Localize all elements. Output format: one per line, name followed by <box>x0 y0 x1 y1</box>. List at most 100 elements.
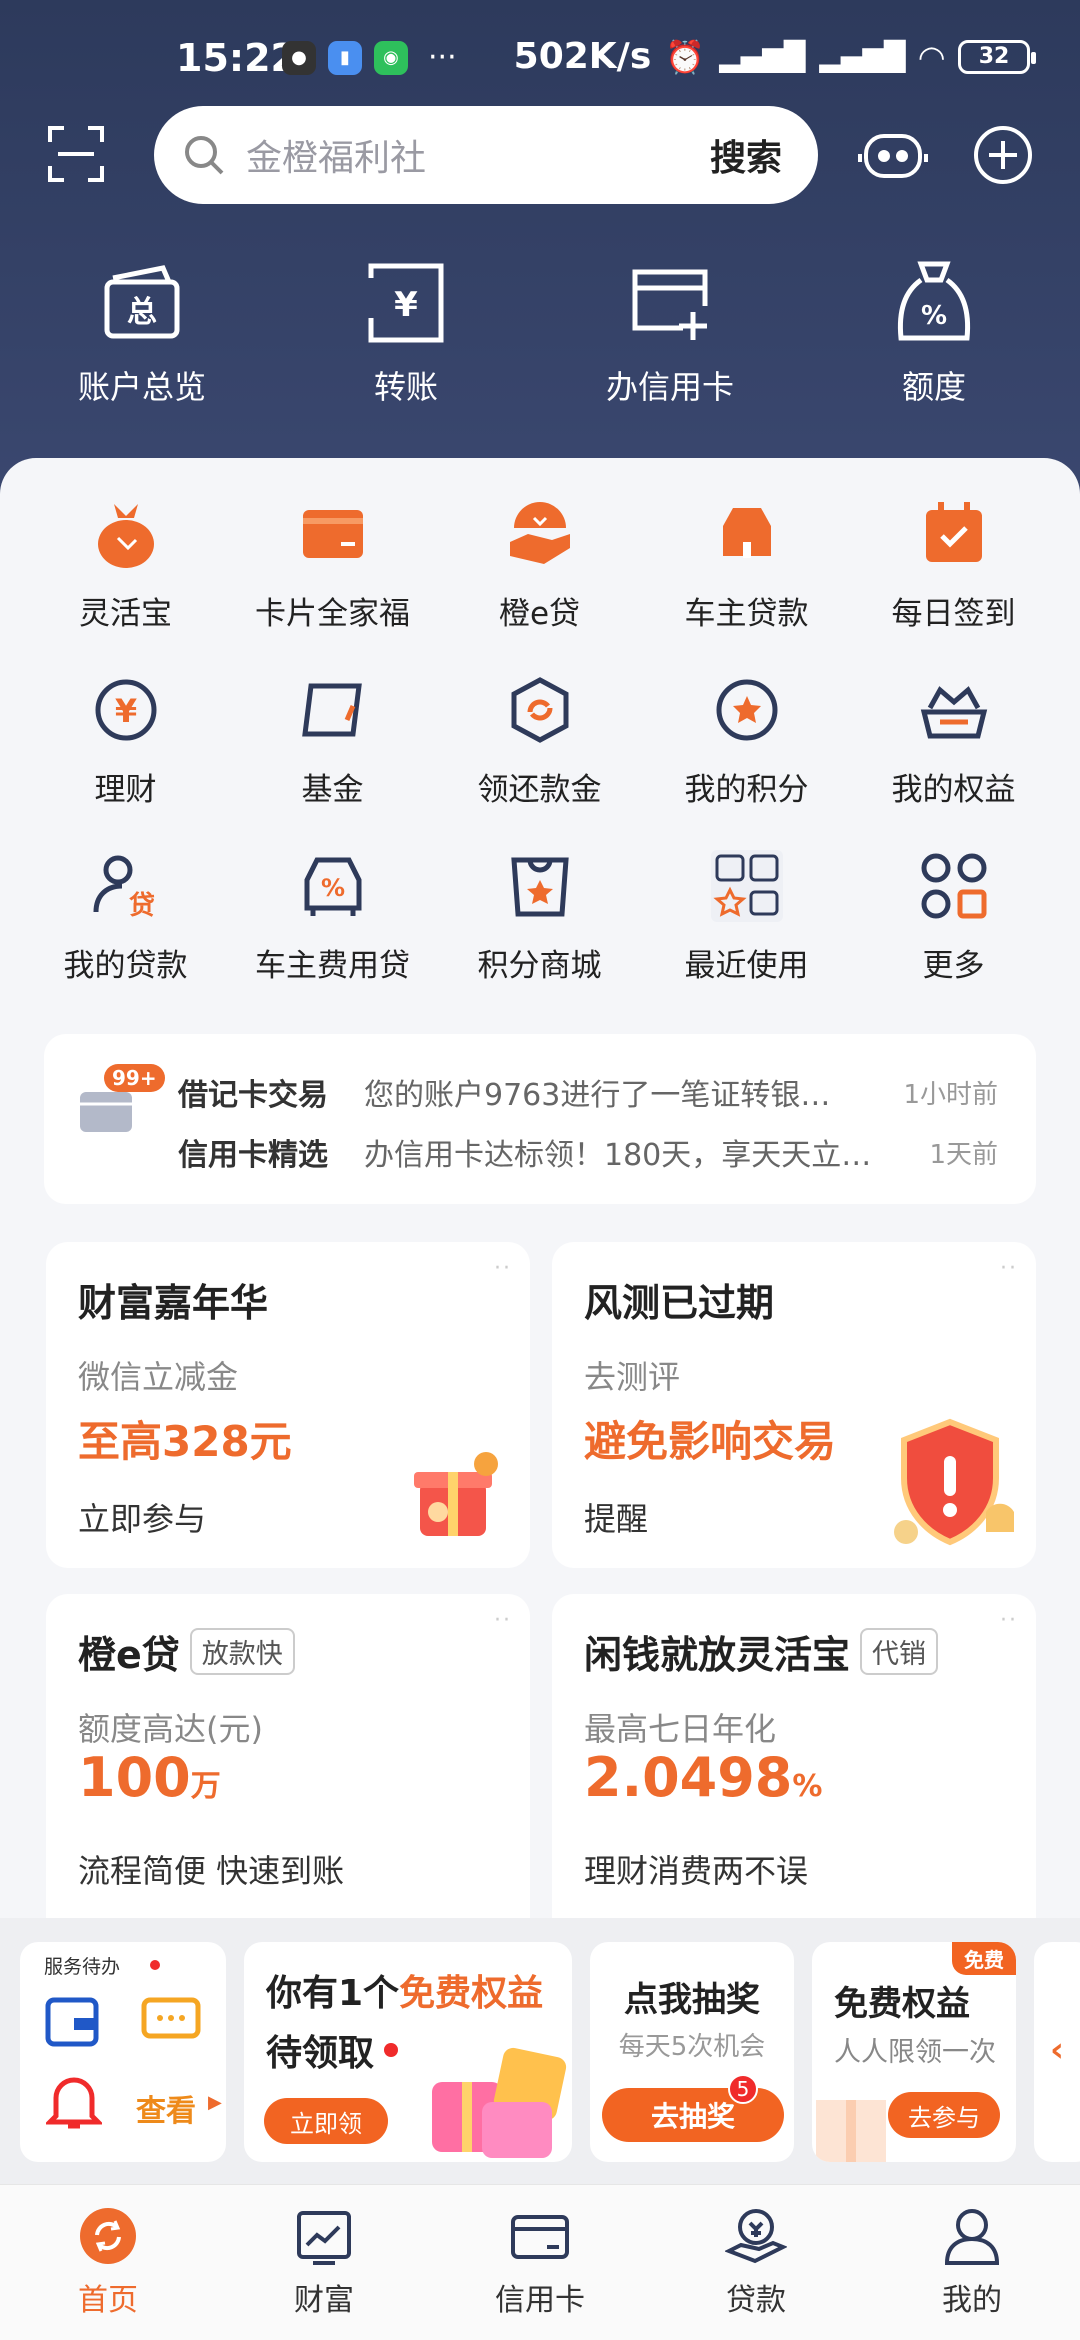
benefit-title-suffix: 待领取 <box>266 2033 375 2074</box>
card-options-icon[interactable]: ·· <box>494 1608 512 1633</box>
nav-wealth[interactable]: 财富 <box>216 2185 432 2340</box>
func-label: 我的权益 <box>891 772 1016 808</box>
nav-profile[interactable]: 我的 <box>864 2185 1080 2340</box>
func-recent-used[interactable]: 最近使用 <box>643 850 850 1026</box>
func-car-fee-loan[interactable]: % 车主费用贷 <box>229 850 436 1026</box>
loan-hand-icon <box>509 502 570 564</box>
free-rights-card[interactable]: 免费 免费权益 人人限领一次 去参与 <box>812 1942 1016 2162</box>
nav-label: 我的 <box>942 2283 1002 2318</box>
func-daily-checkin[interactable]: 每日签到 <box>850 498 1057 674</box>
func-label: 积分商城 <box>477 948 602 984</box>
func-car-loan[interactable]: 车主贷款 <box>643 498 850 674</box>
red-dot-indicator <box>384 2043 399 2057</box>
draw-lottery-button[interactable]: 去抽奖 <box>602 2088 784 2142</box>
func-label: 橙e贷 <box>498 596 581 632</box>
nav-label: 财富 <box>294 2283 354 2318</box>
func-label: 卡片全家福 <box>255 596 410 632</box>
func-orange-loan[interactable]: 橙e贷 <box>436 498 643 674</box>
func-more[interactable]: 更多 <box>850 850 1057 1026</box>
recent-grid-icon <box>710 850 783 922</box>
lottery-card[interactable]: 点我抽奖 每天5次机会 去抽奖 5 <box>590 1942 794 2162</box>
func-label: 车主费用贷 <box>255 948 410 984</box>
svg-text:总: 总 <box>127 295 157 330</box>
nav-credit-card[interactable]: 信用卡 <box>432 2185 648 2340</box>
promo-subtitle: 最高七日年化 <box>584 1710 777 1748</box>
func-card-family[interactable]: 卡片全家福 <box>229 498 436 674</box>
message-card[interactable]: 99+ 借记卡交易 您的账户9763进行了一笔证转银… 1小时前 信用卡精选 办… <box>44 1034 1036 1204</box>
func-flexible-treasure[interactable]: 灵活宝 <box>22 498 229 674</box>
search-icon <box>185 136 224 175</box>
promo-orange-loan[interactable]: ·· 橙e贷 放款快 额度高达(元) 100万 流程简便 快速到账 <box>46 1594 530 1918</box>
func-label: 我的贷款 <box>63 948 188 984</box>
app-notification-icon: ● <box>282 40 316 75</box>
func-my-benefits[interactable]: 我的权益 <box>850 674 1057 850</box>
status-right: 502K/s ⏰ ▂▄▆█ ▂▄▆█ ◠ 32 <box>514 36 1036 77</box>
chart-app-icon: ▮ <box>328 40 362 75</box>
message-row[interactable]: 借记卡交易 您的账户9763进行了一笔证转银… 1小时前 <box>178 1070 998 1114</box>
signal-icon: ▂▄▆█ <box>719 40 806 73</box>
nav-loan[interactable]: 贷款 <box>648 2185 864 2340</box>
chat-bubble-icon <box>141 1997 201 2039</box>
shortcut-label: 账户总览 <box>77 368 206 406</box>
yuan-coin-icon: ¥ <box>95 679 156 741</box>
message-count-badge: 99+ <box>104 1064 165 1092</box>
wallet-icon <box>45 1997 99 2047</box>
free-benefit-card[interactable]: 你有1个免费权益 待领取 立即领 <box>244 1942 572 2162</box>
claim-now-button[interactable]: 立即领 <box>264 2098 388 2144</box>
shortcut-account-overview[interactable]: 总 账户总览 <box>10 258 274 408</box>
func-points-mall[interactable]: 积分商城 <box>436 850 643 1026</box>
join-button[interactable]: 去参与 <box>888 2092 1000 2138</box>
shortcut-transfer[interactable]: ¥ 转账 <box>274 258 538 408</box>
shortcut-label: 转账 <box>373 368 438 406</box>
func-fund[interactable]: 基金 <box>229 674 436 850</box>
bell-icon <box>46 2077 102 2129</box>
func-label: 最近使用 <box>684 948 809 984</box>
search-placeholder: 金橙福利社 <box>246 138 427 179</box>
view-link[interactable]: 查看 <box>136 2086 196 2130</box>
message-row[interactable]: 信用卡精选 办信用卡达标领！180天，享天天立… 1天前 <box>178 1130 998 1174</box>
repay-reward-icon <box>511 677 568 743</box>
svg-text:¥: ¥ <box>114 692 136 730</box>
benefit-title: 你有1个免费权益 <box>266 1964 543 2016</box>
service-todo-card[interactable]: 服务待办 查看 ▶ <box>20 1942 226 2162</box>
func-wealth[interactable]: ¥ 理财 <box>22 674 229 850</box>
promo-wealth-carnival[interactable]: ·· 财富嘉年华 微信立减金 至高328元 立即参与 <box>46 1242 530 1568</box>
search-button[interactable]: 搜索 <box>710 129 782 181</box>
func-my-points[interactable]: 我的积分 <box>643 674 850 850</box>
nav-home[interactable]: 首页 <box>0 2185 216 2340</box>
wechat-icon: ◉ <box>374 40 408 75</box>
promo-title-text: 橙e贷 <box>78 1633 180 1677</box>
message-title: 信用卡精选 <box>178 1138 328 1173</box>
func-label: 灵活宝 <box>79 596 172 632</box>
shortcut-apply-card[interactable]: 办信用卡 <box>538 258 802 408</box>
promo-title: 风测已过期 <box>584 1272 774 1327</box>
promo-flexible-treasure[interactable]: ·· 闲钱就放灵活宝 代销 最高七日年化 2.0498% 理财消费两不误 <box>552 1594 1036 1918</box>
highlight-value: 2.0498 <box>584 1746 793 1809</box>
money-bag-icon <box>97 504 154 568</box>
func-my-loans[interactable]: 贷 我的贷款 <box>22 850 229 1026</box>
alarm-icon: ⏰ <box>665 37 706 76</box>
func-repay-reward[interactable]: 领还款金 <box>436 674 643 850</box>
car-loan-icon <box>722 508 771 558</box>
card-options-icon[interactable]: ·· <box>1000 1608 1018 1633</box>
card-wallet-icon <box>302 510 363 558</box>
function-row: 贷 我的贷款 % 车主费用贷 积分商城 最近使用 更多 <box>0 850 1080 1026</box>
svg-text:贷: 贷 <box>128 890 154 921</box>
scan-icon[interactable] <box>46 124 106 184</box>
func-label: 每日签到 <box>891 596 1016 632</box>
service-strip: 服务待办 查看 ▶ 你有1个免费权益 待领取 立即领 点我抽奖 每天5次机会 去… <box>0 1918 1080 2184</box>
robot-assistant-icon[interactable] <box>858 124 928 186</box>
card-options-icon[interactable]: ·· <box>1000 1256 1018 1281</box>
promo-risk-expired[interactable]: ·· 风测已过期 去测评 避免影响交易 提醒 <box>552 1242 1036 1568</box>
calendar-check-icon <box>925 502 982 562</box>
function-grid: 灵活宝 卡片全家福 橙e贷 车主贷款 每日签到 ¥ 理财 基金 领还款金 我的积… <box>0 498 1080 1026</box>
func-label: 更多 <box>922 948 985 984</box>
benefit-title-prefix: 你有1个 <box>266 1973 400 2014</box>
notification-icons: ● ▮ ◉ ··· <box>282 40 457 75</box>
shortcut-credit-limit[interactable]: % 额度 <box>802 258 1066 408</box>
add-icon[interactable] <box>972 124 1034 186</box>
status-bar: 15:22 ● ▮ ◉ ··· 502K/s ⏰ ▂▄▆█ ▂▄▆█ ◠ 32 <box>0 30 1080 94</box>
card-options-icon[interactable]: ·· <box>494 1256 512 1281</box>
search-input[interactable]: 金橙福利社 搜索 <box>154 106 818 204</box>
more-services-card[interactable]: ‹ <box>1034 1942 1080 2162</box>
